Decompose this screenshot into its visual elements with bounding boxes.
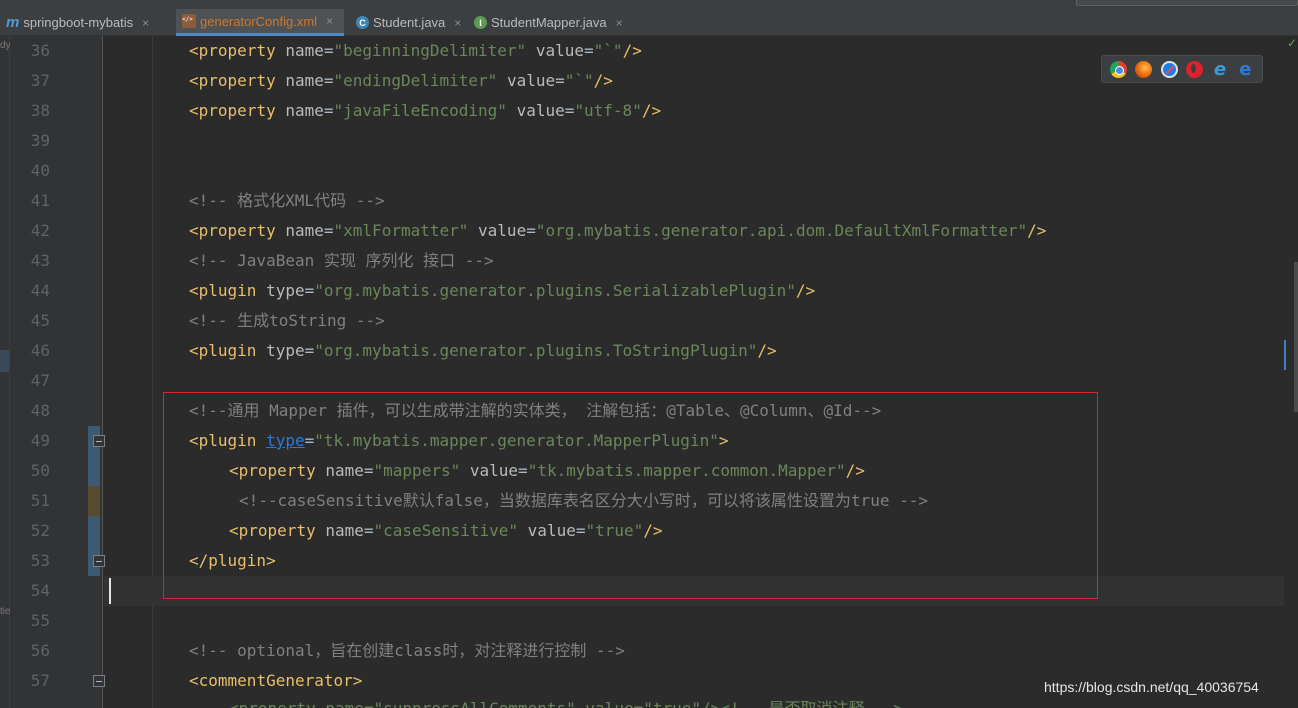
text-caret (109, 578, 111, 604)
code-line-36: <property name="beginningDelimiter" valu… (189, 41, 642, 60)
line-number: 38 (30, 101, 50, 120)
code-line-44: <plugin type="org.mybatis.generator.plug… (189, 281, 816, 300)
code-line-37: <property name="endingDelimiter" value="… (189, 71, 613, 90)
xml-file-icon (182, 14, 196, 28)
code-line-56: <!-- optional，旨在创建class时，对注释进行控制 --> (189, 641, 625, 660)
tab-label: generatorConfig.xml (200, 13, 318, 29)
edge-icon[interactable]: e (1237, 60, 1254, 78)
line-number: 57 (30, 671, 50, 690)
line-number: 49 (30, 431, 50, 450)
code-line-38: <property name="javaFileEncoding" value=… (189, 101, 662, 120)
line-number: 41 (30, 191, 50, 210)
java-interface-icon: I (474, 16, 487, 29)
line-number: 45 (30, 311, 50, 330)
line-number: 50 (30, 461, 50, 480)
safari-icon[interactable] (1160, 60, 1178, 78)
line-number: 39 (30, 131, 50, 150)
line-number: 48 (30, 401, 50, 420)
close-icon[interactable]: × (326, 14, 333, 28)
code-line-43: <!-- JavaBean 实现 序列化 接口 --> (189, 251, 494, 270)
tab-springboot-mybatis[interactable]: m springboot-mybatis × (0, 9, 174, 36)
code-editor[interactable] (104, 36, 1298, 708)
code-line-57: <commentGenerator> (189, 671, 363, 690)
tool-window-strip: dy tie (0, 36, 11, 708)
line-number: 56 (30, 641, 50, 660)
line-number: 51 (30, 491, 50, 510)
line-number: 52 (30, 521, 50, 540)
line-number: 55 (30, 611, 50, 630)
close-icon[interactable]: × (142, 16, 149, 30)
inspection-ok-icon: ✓ (1287, 36, 1298, 50)
watermark: https://blog.csdn.net/qq_40036754 (1044, 679, 1259, 695)
opera-icon[interactable] (1186, 60, 1204, 78)
line-number: 43 (30, 251, 50, 270)
line-number: 53 (30, 551, 50, 570)
firefox-icon[interactable] (1135, 60, 1153, 78)
highlight-box (163, 392, 1098, 599)
code-line-58: <property name="suppressAllComments" val… (229, 694, 903, 708)
line-number: 46 (30, 341, 50, 360)
code-line-46: <plugin type="org.mybatis.generator.plug… (189, 341, 777, 360)
code-line-42: <property name="xmlFormatter" value="org… (189, 221, 1047, 240)
java-class-icon: C (356, 16, 369, 29)
change-marker (88, 516, 100, 576)
line-number: 42 (30, 221, 50, 240)
browser-preview-toolbar: e e (1101, 55, 1263, 83)
line-number: 40 (30, 161, 50, 180)
chrome-icon[interactable] (1110, 60, 1128, 78)
scroll-marker (1284, 340, 1286, 370)
tab-student-java[interactable]: C Student.java × (350, 9, 464, 36)
line-number: 36 (30, 41, 50, 60)
close-icon[interactable]: × (616, 16, 623, 30)
tab-label: springboot-mybatis (23, 15, 134, 30)
tab-label: Student.java (373, 15, 446, 30)
scrollbar-thumb[interactable] (1294, 262, 1298, 412)
tab-label: StudentMapper.java (491, 15, 607, 30)
line-number: 37 (30, 71, 50, 90)
indent-guide (152, 36, 153, 708)
strip-text: dy (0, 40, 11, 51)
line-number: 44 (30, 281, 50, 300)
strip-text: tie (0, 606, 11, 617)
strip-marker (0, 350, 9, 372)
tab-generatorconfig-xml[interactable]: generatorConfig.xml × (176, 9, 344, 36)
close-icon[interactable]: × (454, 16, 461, 30)
tab-studentmapper-java[interactable]: I StudentMapper.java × (468, 9, 634, 36)
line-number: 54 (30, 581, 50, 600)
search-box[interactable] (1076, 0, 1298, 6)
ie-icon[interactable]: e (1211, 60, 1228, 78)
change-marker (88, 486, 100, 516)
code-line-45: <!-- 生成toString --> (189, 311, 385, 330)
line-number: 47 (30, 371, 50, 390)
maven-module-icon: m (6, 14, 20, 31)
code-line-41: <!-- 格式化XML代码 --> (189, 191, 385, 210)
